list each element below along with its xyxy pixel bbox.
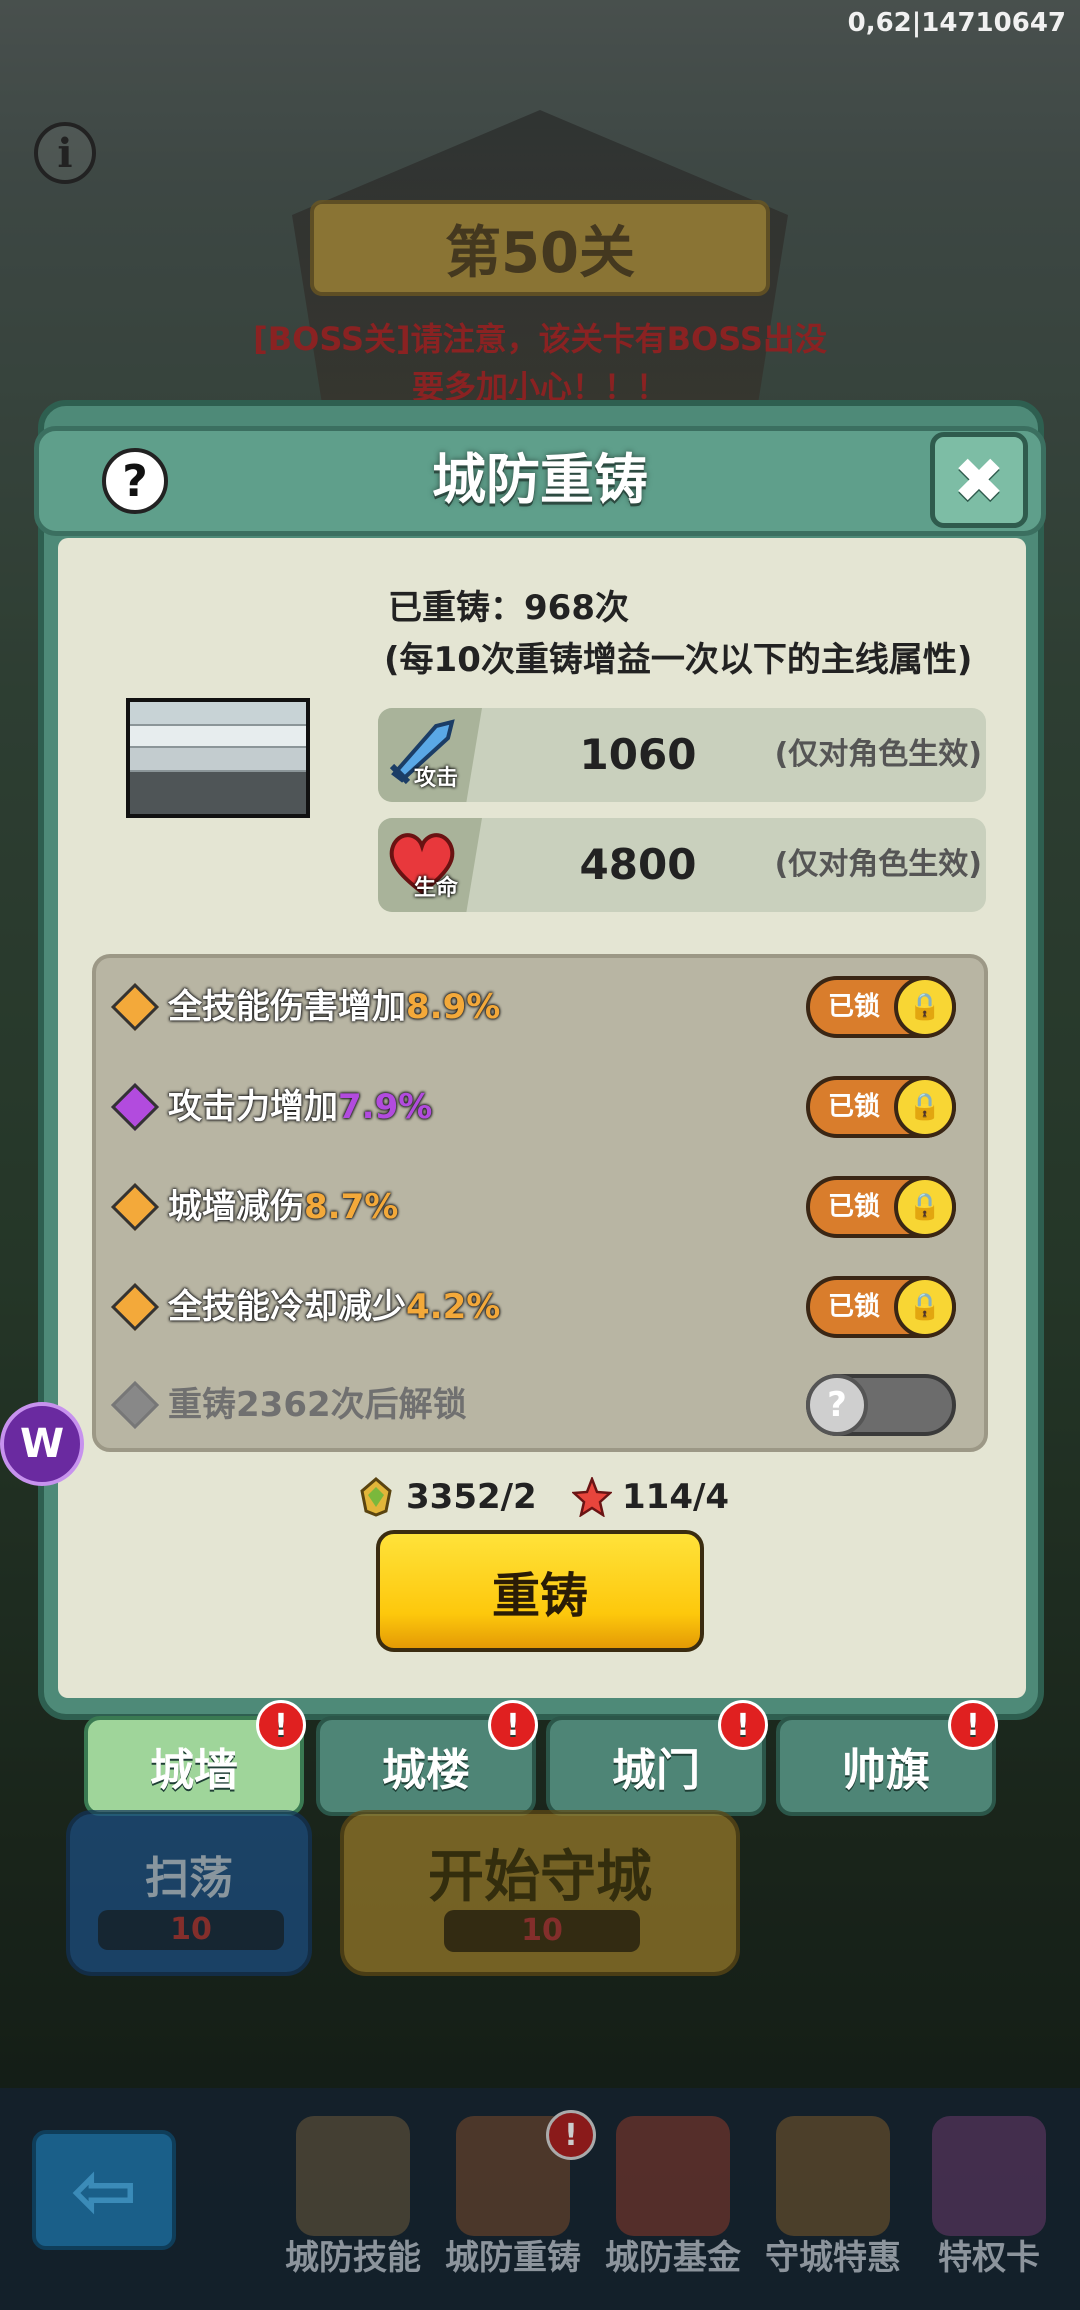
purple-gem-icon — [110, 1082, 160, 1132]
city-wall-image — [126, 698, 310, 818]
attribute-name: 城墙减伤 — [168, 1187, 304, 1227]
attribute-name: 全技能伤害增加 — [168, 987, 406, 1027]
attribute-row: 全技能伤害增加8.9% 已锁 🔒 — [110, 972, 980, 1042]
attribute-row: 攻击力增加7.9% 已锁 🔒 — [110, 1072, 980, 1142]
nav-defense-fund[interactable]: 城防基金 — [588, 2110, 758, 2300]
lock-toggle-label: 已锁 — [828, 1292, 881, 1322]
cost-text: 114/4 — [622, 1477, 730, 1517]
attribute-row: 全技能冷却减少4.2% 已锁 🔒 — [110, 1272, 980, 1342]
attribute-row-locked: 重铸2362次后解锁 ? — [110, 1370, 980, 1440]
tab-gate[interactable]: 城门 ! — [546, 1700, 768, 1816]
nav-label: 城防技能 — [285, 2238, 421, 2278]
debug-status-text: 0,62|14710647 — [847, 8, 1066, 38]
attribute-value: 4.2% — [406, 1287, 501, 1327]
boss-notice-line-1: [BOSS关]请注意，该关卡有BOSS出没 — [253, 320, 827, 358]
attribute-unlock-hint: 重铸2362次后解锁 — [168, 1385, 467, 1425]
orange-gem-icon — [110, 1282, 160, 1332]
alert-badge-icon: ! — [256, 1700, 306, 1750]
nav-privilege-card[interactable]: 特权卡 — [904, 2110, 1074, 2300]
cost-item: 3352/2 — [356, 1470, 537, 1524]
orange-gem-icon — [110, 1182, 160, 1232]
sweep-cost: 10 — [98, 1910, 284, 1950]
nav-label: 城防基金 — [605, 2238, 741, 2278]
alert-badge-icon: ! — [488, 1700, 538, 1750]
nav-label: 特权卡 — [938, 2238, 1040, 2278]
attribute-value: 8.9% — [406, 987, 501, 1027]
attribute-value: 7.9% — [338, 1087, 433, 1127]
nav-defense-deals[interactable]: 守城特惠 — [748, 2110, 918, 2300]
nav-label: 守城特惠 — [765, 2238, 901, 2278]
locked-toggle[interactable]: ? — [806, 1374, 956, 1436]
hero-portrait-icon — [296, 2116, 410, 2236]
floating-logo-icon[interactable]: W — [0, 1402, 84, 1486]
padlock-icon: 🔒 — [894, 1176, 956, 1238]
sweep-label: 扫荡 — [145, 1853, 233, 1904]
back-arrow-icon[interactable]: ⇦ — [32, 2130, 176, 2250]
nav-label: 城防重铸 — [445, 2238, 581, 2278]
lock-toggle[interactable]: 已锁 🔒 — [806, 976, 956, 1038]
attack-note: (仅对角色生效) — [774, 737, 982, 772]
padlock-icon: 🔒 — [894, 1276, 956, 1338]
reforge-button[interactable]: 重铸 — [376, 1530, 704, 1652]
attribute-value: 8.7% — [304, 1187, 399, 1227]
cost-text: 3352/2 — [406, 1477, 537, 1517]
tab-banner[interactable]: 帅旗 ! — [776, 1700, 998, 1816]
nav-defense-skills[interactable]: 城防技能 — [268, 2110, 438, 2300]
reforge-description: (每10次重铸增益一次以下的主线属性) — [384, 640, 973, 680]
start-defense-button[interactable]: 开始守城 10 — [340, 1810, 740, 1976]
tab-wall[interactable]: 城墙 ! — [84, 1700, 306, 1816]
fortune-god-icon — [616, 2116, 730, 2236]
attribute-name: 攻击力增加 — [168, 1087, 338, 1127]
health-note: (仅对角色生效) — [774, 847, 982, 882]
attack-stat-bar: 攻击 1060 (仅对角色生效) — [378, 708, 986, 802]
grey-gem-icon — [110, 1380, 160, 1430]
info-icon[interactable]: i — [34, 122, 96, 184]
orange-gem-icon — [110, 982, 160, 1032]
attribute-row: 城墙减伤8.7% 已锁 🔒 — [110, 1172, 980, 1242]
attack-label: 攻击 — [414, 766, 459, 791]
start-label: 开始守城 — [428, 1845, 652, 1910]
privilege-card-icon — [932, 2116, 1046, 2236]
health-label: 生命 — [414, 876, 459, 901]
question-icon: ? — [806, 1374, 868, 1436]
lock-toggle-label: 已锁 — [828, 992, 881, 1022]
alert-badge-icon: ! — [948, 1700, 998, 1750]
start-cost: 10 — [444, 1910, 640, 1952]
lock-toggle-label: 已锁 — [828, 1192, 881, 1222]
padlock-icon: 🔒 — [894, 976, 956, 1038]
attack-value: 1060 — [579, 730, 697, 779]
boss-notice: [BOSS关]请注意，该关卡有BOSS出没 要多加小心！！！ — [200, 315, 880, 411]
tab-tower[interactable]: 城楼 ! — [316, 1700, 538, 1816]
lock-toggle[interactable]: 已锁 🔒 — [806, 1276, 956, 1338]
padlock-icon: 🔒 — [894, 1076, 956, 1138]
level-title: 第50关 — [310, 200, 770, 296]
leaf-gem-icon — [360, 1477, 392, 1517]
tab-label: 帅旗 — [842, 1745, 930, 1796]
tab-label: 城楼 — [382, 1745, 470, 1796]
reforge-count: 已重铸：968次 — [388, 588, 629, 628]
sweep-button[interactable]: 扫荡 10 — [66, 1810, 312, 1976]
health-stat-bar: 生命 4800 (仅对角色生效) — [378, 818, 986, 912]
cost-item: 114/4 — [572, 1470, 729, 1524]
attribute-name: 全技能冷却减少 — [168, 1287, 406, 1327]
tab-label: 城墙 — [150, 1745, 238, 1796]
lock-toggle[interactable]: 已锁 🔒 — [806, 1176, 956, 1238]
help-button[interactable]: ? — [102, 448, 168, 514]
lock-toggle-label: 已锁 — [828, 1092, 881, 1122]
nav-defense-reforge[interactable]: ! 城防重铸 — [428, 2110, 598, 2300]
treasure-chest-icon — [776, 2116, 890, 2236]
lock-toggle[interactable]: 已锁 🔒 — [806, 1076, 956, 1138]
health-value: 4800 — [579, 840, 697, 889]
tab-bar: 城墙 ! 城楼 ! 城门 ! 帅旗 ! — [84, 1700, 1000, 1820]
red-star-icon — [572, 1477, 612, 1517]
tab-label: 城门 — [612, 1745, 700, 1796]
alert-badge-icon: ! — [718, 1700, 768, 1750]
close-button[interactable]: ✖ — [930, 432, 1028, 528]
